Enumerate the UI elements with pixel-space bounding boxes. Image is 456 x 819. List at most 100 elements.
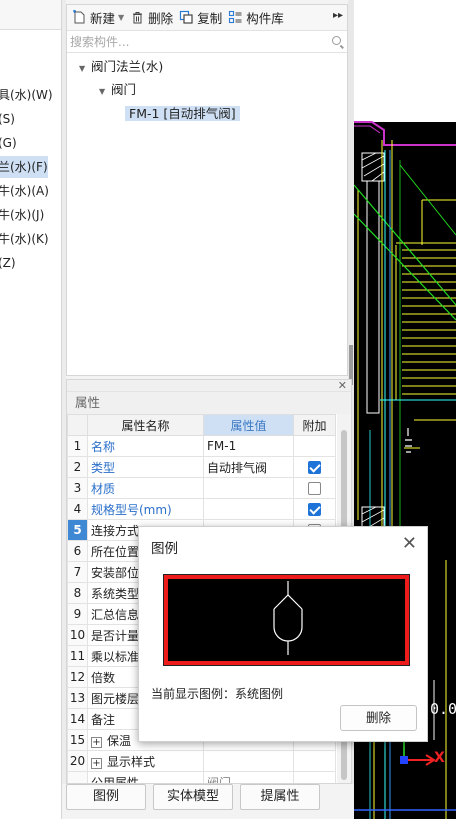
solid-model-button[interactable]: 实体模型 [153,784,233,810]
property-extra-cell [293,771,336,783]
delete-button-label: 删除 [148,11,174,26]
property-name: 材质 [87,477,204,499]
property-name-label: 名称 [91,439,116,454]
property-row[interactable]: 1 名称 FM-1 [67,435,336,457]
new-button-label: 新建 [90,11,116,26]
column-header-num [67,414,88,436]
property-name: 规格型号(mm) [87,498,204,520]
property-name-label: 保温 [107,733,132,748]
copy-button[interactable]: 复制 [176,7,225,29]
expand-arrow-icon[interactable]: ▼ [79,58,91,80]
air-release-valve-symbol-icon [273,581,303,655]
property-value[interactable]: 自动排气阀 [203,456,294,478]
library-icon [228,10,243,25]
checkbox-unchecked[interactable] [308,482,321,495]
close-icon[interactable]: ✕ [402,533,417,554]
search-icon[interactable] [332,36,341,45]
property-row-number: 2 [67,456,88,478]
category-item[interactable]: 具(水)(W) [0,84,53,106]
property-row-number: 5 [67,519,88,541]
tree-node-root[interactable]: ▼ 阀门法兰(水) [79,56,163,78]
delete-legend-button[interactable]: 删除 [340,705,417,731]
column-header-value[interactable]: 属性值 [203,414,294,436]
category-list-header [0,0,61,30]
dialog-title: 图例 [151,541,178,557]
property-name: 公用属性 [87,771,204,783]
property-name-label: 系统类型 [91,586,140,601]
legend-button[interactable]: 图例 [66,784,146,810]
property-name: + 显示样式 [87,750,204,772]
property-row-number: 14 [67,708,88,730]
expand-plus-icon[interactable]: + [91,736,102,748]
property-row-number [67,771,88,783]
double-chevron-right-icon[interactable]: ▸▸ [333,10,343,21]
property-name-label: 类型 [91,460,116,475]
category-item[interactable]: 牛(水)(A) [0,180,49,202]
tree-node-child[interactable]: ▼ 阀门 [99,79,136,101]
category-item[interactable]: (S) [0,108,48,130]
legend-preview [163,574,410,666]
component-library-button[interactable]: 构件库 [225,7,287,29]
expand-plus-icon[interactable]: + [91,757,102,769]
trash-icon [130,10,145,25]
property-extra-cell [293,498,336,520]
category-item[interactable]: (Z) [0,252,48,274]
property-row-number: 15 [67,729,88,751]
property-row[interactable]: 20 + 显示样式 [67,750,336,772]
property-row-number: 8 [67,582,88,604]
property-value[interactable] [203,750,294,772]
category-list: 具(水)(W) (S) (G) 兰(水)(F) 牛(水)(A) 牛(水)(J) … [0,0,62,819]
property-row[interactable]: 公用属性 阀门 [67,771,336,783]
property-name-label: 图元楼层 [91,691,140,706]
property-name-label: 连接方式 [91,523,140,538]
property-row-number: 1 [67,435,88,457]
property-extra-cell [293,477,336,499]
properties-panel-header: ✕ [67,380,351,392]
new-dropdown-caret-icon[interactable]: ▼ [118,13,124,22]
checkbox-checked[interactable] [308,503,321,516]
property-value[interactable]: FM-1 [203,435,294,457]
search-bar [67,31,347,53]
property-name-label: 备注 [91,712,116,727]
properties-header-row: 属性名称 属性值 附加 [67,414,336,436]
close-icon[interactable]: ✕ [338,380,347,392]
category-item[interactable]: (G) [0,132,48,154]
property-row-number: 13 [67,687,88,709]
component-toolbar: 新建 ▼ 删除 复制 构件库 ▸▸ [67,5,347,31]
property-row-number: 12 [67,666,88,688]
property-name-label: 显示样式 [107,754,156,769]
checkbox-checked[interactable] [308,461,321,474]
tree-node-leaf[interactable]: FM-1 [自动排气阀] [125,103,240,125]
bottom-button-bar: 图例 实体模型 提属性 [62,784,356,819]
property-row[interactable]: 2 类型 自动排气阀 [67,456,336,478]
library-button-label: 构件库 [246,11,284,26]
property-name-label: 是否计量 [91,628,140,643]
tree-node-root-label: 阀门法兰(水) [91,59,164,74]
category-item-selected[interactable]: 兰(水)(F) [0,156,48,178]
property-name-label: 安装部位 [91,565,140,580]
property-name: 类型 [87,456,204,478]
property-row[interactable]: 3 材质 [67,477,336,499]
new-button[interactable]: 新建 [69,7,118,29]
property-row-number: 11 [67,645,88,667]
expand-arrow-icon[interactable]: ▼ [99,81,111,103]
property-row[interactable]: 4 规格型号(mm) [67,498,336,520]
column-header-extra: 附加 [293,414,336,436]
category-item[interactable]: 牛(水)(K) [0,228,49,250]
delete-button[interactable]: 删除 [127,7,176,29]
column-header-name: 属性名称 [87,414,204,436]
property-row-number: 3 [67,477,88,499]
property-extra-cell [293,456,336,478]
property-value[interactable] [203,498,294,520]
property-name-label: 材质 [91,481,116,496]
property-name-label: 倍数 [91,670,116,685]
category-item[interactable]: 牛(水)(J) [0,204,48,226]
property-extra-cell [293,750,336,772]
property-value[interactable]: 阀门 [203,771,294,783]
tree-node-leaf-label: FM-1 [自动排气阀] [125,106,240,121]
copy-button-label: 复制 [197,11,223,26]
property-value[interactable] [203,477,294,499]
search-input[interactable] [67,31,347,52]
extract-properties-button[interactable]: 提属性 [240,784,320,810]
dimension-text: 0.000 [430,700,456,718]
